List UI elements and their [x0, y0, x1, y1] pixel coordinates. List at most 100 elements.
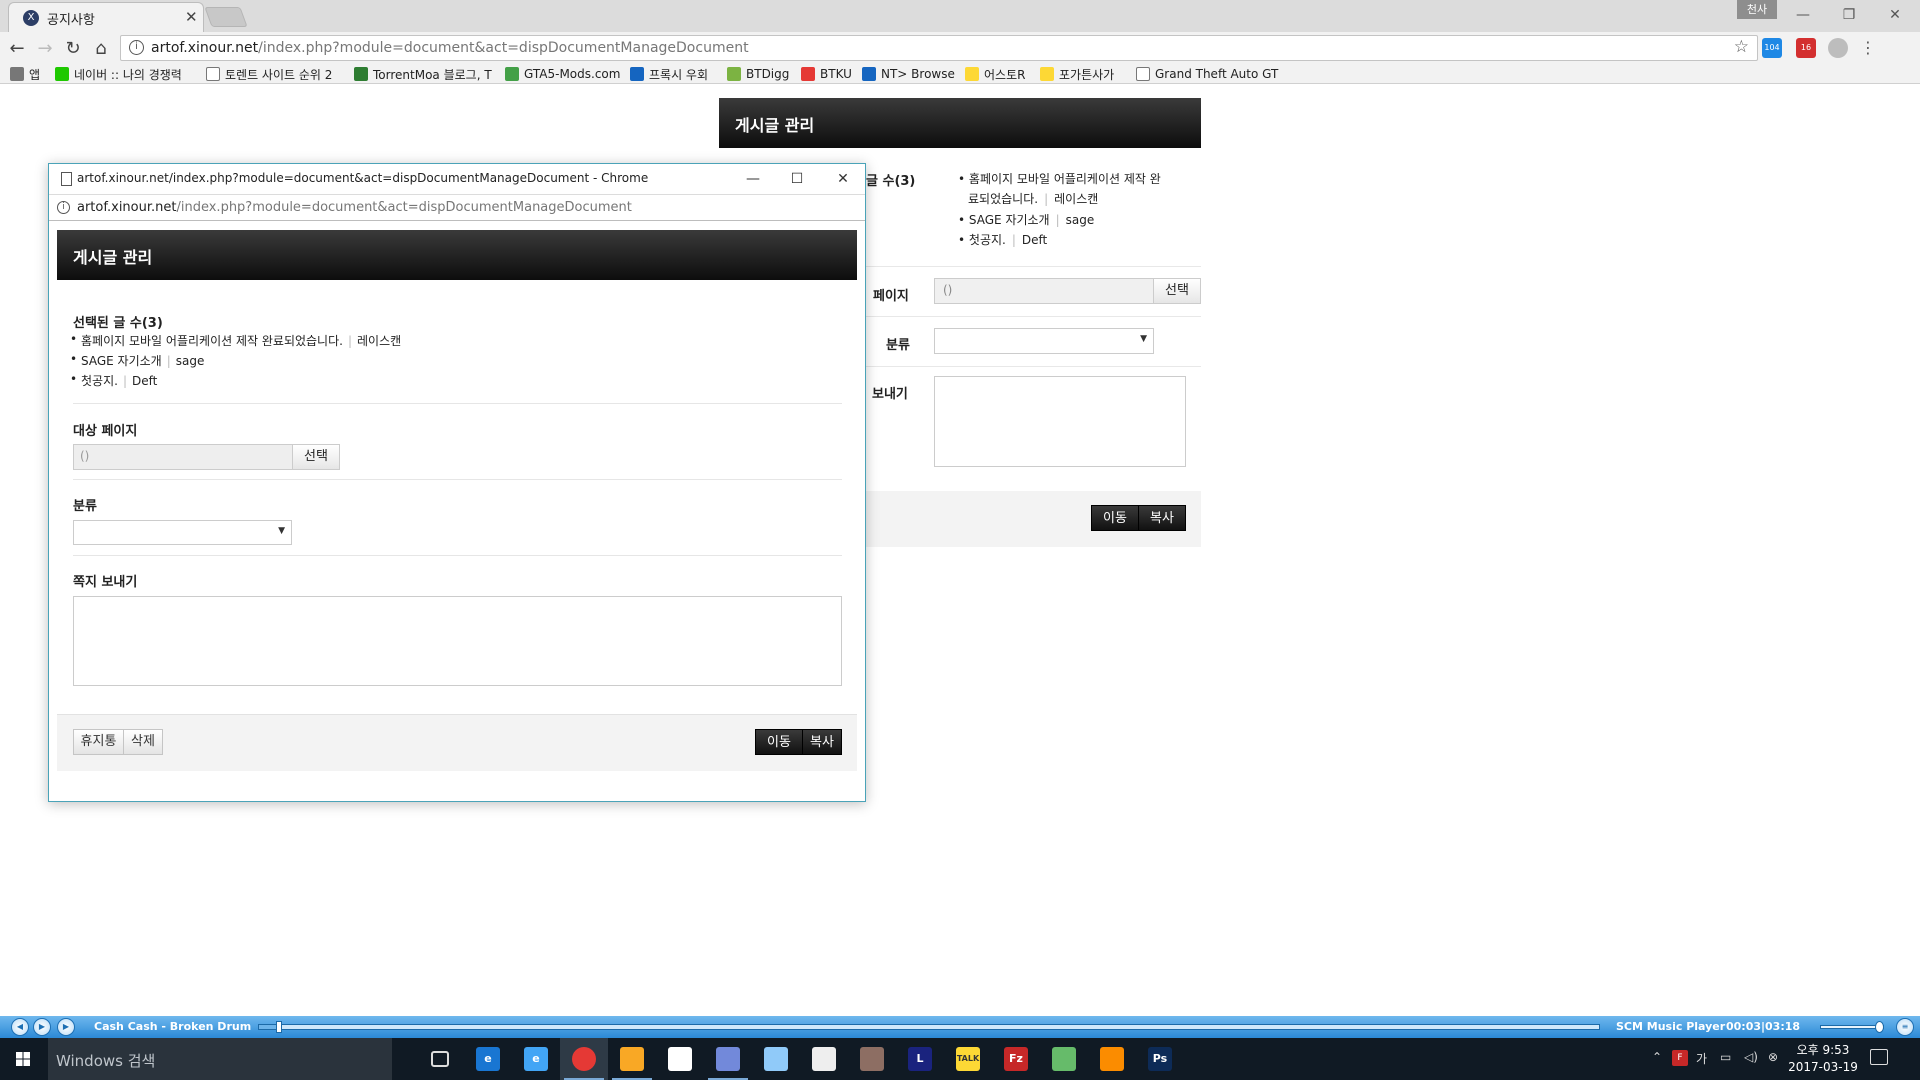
seek-track[interactable] — [258, 1024, 1600, 1030]
tab-close-icon[interactable]: ✕ — [185, 8, 198, 26]
new-tab-button[interactable] — [204, 7, 248, 27]
bg-list-item[interactable]: • 홈페이지 모바일 어플리케이션 제작 완 — [958, 170, 1161, 187]
ext-badge-104[interactable]: 104 — [1762, 38, 1782, 58]
start-button[interactable] — [0, 1038, 46, 1080]
playlist-icon[interactable]: ≡ — [1896, 1018, 1914, 1036]
taskbar-app[interactable] — [416, 1038, 464, 1080]
bookmark-item[interactable]: 포가튼사가 — [1040, 66, 1114, 82]
bookmark-item[interactable]: 네이버 :: 나의 경쟁력 — [55, 66, 182, 82]
popup-close-icon[interactable]: ✕ — [823, 167, 863, 191]
previous-track-icon[interactable]: ◀ — [11, 1018, 29, 1036]
bg-select-button[interactable]: 선택 — [1153, 278, 1201, 304]
site-info-icon[interactable]: i — [57, 201, 70, 214]
tray-chevron-icon[interactable]: ⌃ — [1652, 1050, 1662, 1064]
volume-handle[interactable] — [1875, 1021, 1884, 1033]
popup-maximize-icon[interactable]: ☐ — [777, 167, 817, 191]
bg-message-label: 보내기 — [872, 387, 908, 402]
divider — [73, 403, 842, 404]
seek-handle[interactable] — [276, 1021, 282, 1033]
bookmark-star-icon[interactable]: ☆ — [1734, 37, 1749, 57]
move-button[interactable]: 이동 — [755, 729, 803, 755]
taskbar-app[interactable] — [848, 1038, 896, 1080]
bg-move-button[interactable]: 이동 — [1091, 505, 1139, 531]
list-item[interactable]: 홈페이지 모바일 어플리케이션 제작 완료되었습니다.|레이스캔 — [70, 332, 401, 349]
tray-filezilla-icon[interactable]: F — [1672, 1050, 1688, 1066]
reload-icon[interactable]: ↻ — [61, 37, 85, 61]
taskbar-app[interactable] — [560, 1038, 608, 1080]
category-select[interactable]: ▼ — [73, 520, 292, 545]
bookmark-item[interactable]: Grand Theft Auto GT — [1136, 66, 1278, 82]
bookmark-item[interactable]: BTDigg — [727, 66, 789, 82]
taskbar-app[interactable] — [800, 1038, 848, 1080]
trash-button[interactable]: 휴지통 — [73, 729, 124, 755]
bg-target-page-input[interactable]: () — [934, 278, 1154, 304]
taskbar-app[interactable]: L — [896, 1038, 944, 1080]
select-button[interactable]: 선택 — [292, 444, 340, 470]
taskbar-app[interactable] — [1040, 1038, 1088, 1080]
chrome-menu-icon[interactable]: ⋮ — [1858, 38, 1878, 58]
tray-network-icon[interactable]: ▭ — [1720, 1050, 1731, 1064]
taskbar-app[interactable]: Fz — [992, 1038, 1040, 1080]
taskbar-search[interactable]: Windows 검색 — [48, 1038, 392, 1080]
action-center-icon[interactable] — [1870, 1049, 1888, 1065]
taskbar-app[interactable] — [1088, 1038, 1136, 1080]
bookmark-item[interactable]: 앱 — [10, 66, 40, 82]
bg-message-textarea[interactable] — [934, 376, 1186, 467]
popup-address-bar[interactable]: i artof.xinour.net/index.php?module=docu… — [49, 194, 865, 221]
bookmark-label: 토렌트 사이트 순위 2 — [225, 67, 333, 82]
list-item[interactable]: SAGE 자기소개|sage — [70, 352, 204, 369]
taskbar-app[interactable]: Ps — [1136, 1038, 1184, 1080]
address-bar[interactable]: i artof.xinour.net/index.php?module=docu… — [120, 35, 1758, 61]
bg-list-item[interactable]: • 첫공지. | Deft — [958, 231, 1047, 248]
profile-badge[interactable]: 천사 — [1737, 0, 1777, 19]
tab-notice[interactable]: X 공지사항 ✕ — [8, 2, 204, 32]
next-track-icon[interactable]: ▶ — [57, 1018, 75, 1036]
popup-url: artof.xinour.net/index.php?module=docume… — [77, 200, 632, 215]
tray-status-icon[interactable]: ⊗ — [1768, 1050, 1778, 1064]
adblock-icon[interactable]: 16 — [1796, 38, 1816, 58]
close-window-icon[interactable]: ✕ — [1872, 2, 1918, 28]
bg-copy-button[interactable]: 복사 — [1138, 505, 1186, 531]
message-textarea[interactable] — [73, 596, 842, 686]
bookmark-item[interactable]: 프록시 우회 — [630, 66, 708, 82]
bookmark-item[interactable]: BTKU — [801, 66, 852, 82]
popup-content: 게시글 관리 선택된 글 수(3) 홈페이지 모바일 어플리케이션 제작 완료되… — [57, 230, 857, 793]
forward-icon[interactable]: → — [33, 37, 57, 61]
bg-category-select[interactable]: ▼ — [934, 328, 1154, 354]
taskbar-app[interactable]: e — [464, 1038, 512, 1080]
taskbar-app[interactable]: e — [512, 1038, 560, 1080]
tray-ime-icon[interactable]: 가 — [1696, 1050, 1707, 1067]
bookmark-label: 포가튼사가 — [1059, 67, 1115, 82]
popup-titlebar[interactable]: artof.xinour.net/index.php?module=docume… — [49, 164, 865, 194]
target-page-input[interactable]: () — [73, 444, 293, 470]
minimize-icon[interactable]: — — [1780, 2, 1826, 28]
photoshop-icon: Ps — [1148, 1047, 1172, 1071]
bookmark-item[interactable]: 토렌트 사이트 순위 2 — [206, 66, 332, 82]
message-label: 쪽지 보내기 — [73, 575, 138, 590]
taskbar-app[interactable] — [704, 1038, 752, 1080]
task-view-icon — [431, 1051, 449, 1067]
play-icon[interactable]: ▶ — [33, 1018, 51, 1036]
bookmark-item[interactable]: NT> Browse — [862, 66, 955, 82]
tray-volume-icon[interactable]: ◁) — [1744, 1050, 1758, 1064]
home-icon[interactable]: ⌂ — [89, 37, 113, 61]
extension-globe-icon[interactable] — [1828, 38, 1848, 58]
bookmark-item[interactable]: 어스토R — [965, 66, 1025, 82]
notepad-icon — [764, 1047, 788, 1071]
copy-button[interactable]: 복사 — [802, 729, 842, 755]
popup-minimize-icon[interactable]: — — [733, 167, 773, 191]
list-item[interactable]: 첫공지.|Deft — [70, 372, 157, 389]
taskbar-app[interactable] — [608, 1038, 656, 1080]
site-info-icon[interactable]: i — [129, 40, 144, 55]
delete-button[interactable]: 삭제 — [123, 729, 163, 755]
taskbar-app[interactable]: TALK — [944, 1038, 992, 1080]
taskbar-clock[interactable]: 오후 9:53 2017-03-19 — [1786, 1042, 1860, 1076]
restore-icon[interactable]: ❐ — [1826, 2, 1872, 28]
taskbar-app[interactable] — [752, 1038, 800, 1080]
bookmark-item[interactable]: GTA5-Mods.com — [505, 66, 620, 82]
smile-icon — [1100, 1047, 1124, 1071]
bg-list-item[interactable]: • SAGE 자기소개 | sage — [958, 211, 1094, 228]
bookmark-item[interactable]: TorrentMoa 블로그, T — [354, 66, 492, 82]
taskbar-app[interactable] — [656, 1038, 704, 1080]
back-icon[interactable]: ← — [5, 37, 29, 61]
